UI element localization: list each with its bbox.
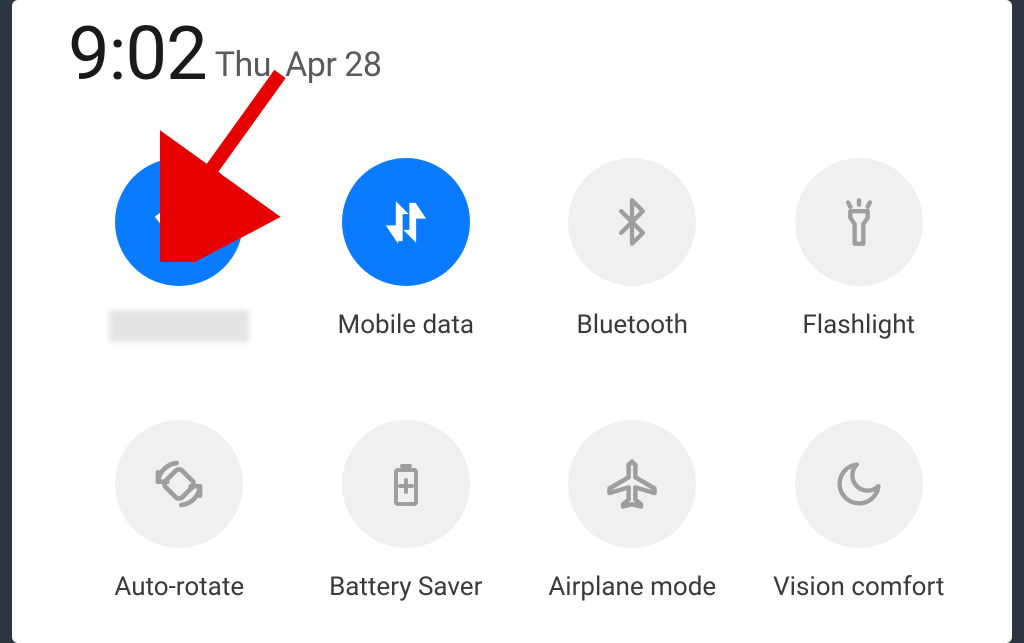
airplane-mode-toggle[interactable] — [568, 420, 696, 548]
auto-rotate-label: Auto-rotate — [114, 572, 244, 602]
battery-saver-toggle[interactable] — [342, 420, 470, 548]
tile-flashlight: Flashlight — [746, 158, 973, 342]
status-header: 9:02 Thu, Apr 28 — [68, 18, 982, 92]
wifi-icon — [149, 192, 209, 252]
quick-settings-grid: Mobile data Bluetooth — [66, 158, 982, 602]
tile-airplane: Airplane mode — [519, 420, 746, 602]
flashlight-icon — [833, 196, 885, 248]
tile-bluetooth: Bluetooth — [519, 158, 746, 342]
moon-icon — [833, 458, 885, 510]
battery-saver-icon — [382, 460, 430, 508]
airplane-mode-label: Airplane mode — [548, 572, 716, 602]
bluetooth-toggle[interactable] — [568, 158, 696, 286]
quick-settings-panel: 9:02 Thu, Apr 28 — [12, 0, 1012, 643]
clock-time: 9:02 — [68, 18, 207, 92]
tile-battery-saver: Battery Saver — [293, 420, 520, 602]
auto-rotate-toggle[interactable] — [115, 420, 243, 548]
tile-wifi — [66, 158, 293, 342]
battery-saver-label: Battery Saver — [329, 572, 482, 602]
mobile-data-label: Mobile data — [338, 310, 474, 340]
clock-date: Thu, Apr 28 — [215, 48, 382, 82]
wifi-toggle[interactable] — [115, 158, 243, 286]
flashlight-toggle[interactable] — [795, 158, 923, 286]
mobile-data-toggle[interactable] — [342, 158, 470, 286]
tile-vision-comfort: Vision comfort — [746, 420, 973, 602]
tile-mobile-data: Mobile data — [293, 158, 520, 342]
flashlight-label: Flashlight — [802, 310, 915, 340]
vision-comfort-toggle[interactable] — [795, 420, 923, 548]
airplane-icon — [605, 457, 659, 511]
bluetooth-label: Bluetooth — [577, 310, 688, 340]
bluetooth-icon — [606, 196, 658, 248]
auto-rotate-icon — [151, 456, 207, 512]
tile-auto-rotate: Auto-rotate — [66, 420, 293, 602]
wifi-label-redacted — [109, 310, 249, 342]
vision-comfort-label: Vision comfort — [773, 572, 944, 602]
mobile-data-icon — [379, 195, 433, 249]
